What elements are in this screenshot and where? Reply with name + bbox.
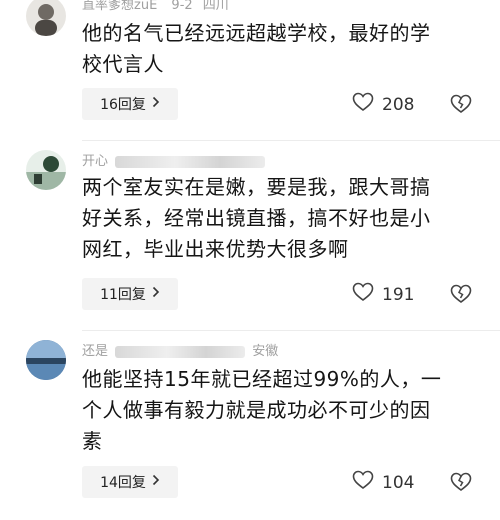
comment-text: 他的名气已经远远超越学校，最好的学 校代言人 xyxy=(82,18,462,80)
user-avatar[interactable] xyxy=(26,0,66,36)
divider xyxy=(82,330,500,331)
reply-count: 11回复 xyxy=(100,287,146,303)
reply-count: 16回复 xyxy=(100,97,146,113)
comment-text-line: 他能坚持15年就已经超过99%的人，一 xyxy=(82,367,442,391)
heart-outline-icon xyxy=(352,92,374,117)
username[interactable]: 还是 xyxy=(82,344,108,359)
like-count: 191 xyxy=(382,284,415,305)
like-button[interactable]: 191 xyxy=(352,282,414,307)
comment-text: 他能坚持15年就已经超过99%的人，一 个人做事有毅力就是成功必不可少的因 素 xyxy=(82,364,462,457)
reply-count: 14回复 xyxy=(100,475,146,491)
divider xyxy=(82,140,500,141)
broken-heart-icon[interactable] xyxy=(450,94,472,114)
chevron-right-icon xyxy=(152,96,160,112)
view-replies-button[interactable]: 16回复 xyxy=(82,88,178,120)
comment-location: 四川 xyxy=(202,0,229,13)
like-button[interactable]: 208 xyxy=(352,92,414,117)
like-count: 208 xyxy=(382,94,415,115)
comment-meta: 还是 安徽 xyxy=(82,340,278,359)
like-count: 104 xyxy=(382,472,415,493)
comment-text-line: 校代言人 xyxy=(82,52,164,76)
user-avatar[interactable] xyxy=(26,150,66,190)
broken-heart-icon[interactable] xyxy=(450,472,472,492)
broken-heart-icon[interactable] xyxy=(450,284,472,304)
comment-text-line: 个人做事有毅力就是成功必不可少的因 xyxy=(82,398,431,422)
comment-text-line: 他的名气已经远远超越学校，最好的学 xyxy=(82,21,431,45)
comment-text-line: 素 xyxy=(82,429,103,453)
heart-outline-icon xyxy=(352,470,374,495)
comment-location: 安徽 xyxy=(252,344,279,359)
username[interactable]: 开心 xyxy=(82,154,108,169)
comment-text: 两个室友实在是嫩，要是我，跟大哥搞 好关系，经常出镜直播，搞不好也是小 网红，毕… xyxy=(82,172,462,265)
like-button[interactable]: 104 xyxy=(352,470,414,495)
masked-username xyxy=(115,345,246,358)
comment-text-line: 两个室友实在是嫩，要是我，跟大哥搞 xyxy=(82,175,431,199)
view-replies-button[interactable]: 11回复 xyxy=(82,278,178,310)
comment-meta: 开心 xyxy=(82,150,268,169)
heart-outline-icon xyxy=(352,282,374,307)
comment-date: 9-2 xyxy=(171,0,193,13)
chevron-right-icon xyxy=(152,286,160,302)
masked-username xyxy=(115,155,266,168)
username[interactable]: 直率爹想zuE xyxy=(82,0,157,13)
chevron-right-icon xyxy=(152,474,160,490)
comment-meta: 直率爹想zuE 9-2 四川 xyxy=(82,0,229,13)
comment-text-line: 好关系，经常出镜直播，搞不好也是小 xyxy=(82,206,431,230)
view-replies-button[interactable]: 14回复 xyxy=(82,466,178,498)
user-avatar[interactable] xyxy=(26,340,66,380)
comment-text-line: 网红，毕业出来优势大很多啊 xyxy=(82,237,349,261)
